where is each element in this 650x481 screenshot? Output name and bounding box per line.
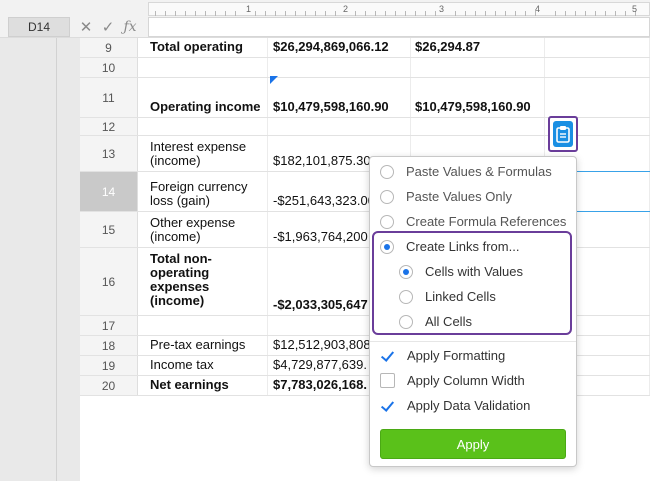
row-label-cell[interactable]: Net earnings (146, 376, 268, 395)
row-number[interactable]: 17 (80, 316, 138, 335)
radio-button-selected[interactable] (380, 239, 394, 254)
radio-button[interactable] (380, 214, 394, 229)
row-label-cell[interactable]: Interest expense (income) (146, 136, 268, 171)
table-row: 9 Total operating $26,294,869,066.12 $26… (80, 38, 650, 58)
ruler: 1 2 3 4 5 (148, 2, 650, 16)
option-label: Cells with Values (425, 264, 524, 279)
option-label: Paste Values Only (406, 189, 512, 204)
value-cell[interactable]: $26,294.87 (411, 38, 545, 57)
table-row: 11 Operating income $10,479,598,160.90 $… (80, 78, 650, 118)
row-label-cell[interactable] (146, 316, 268, 335)
value-cell[interactable] (411, 58, 545, 77)
paste-values-formulas-option[interactable]: Paste Values & Formulas (370, 159, 576, 184)
ruler-number: 5 (632, 4, 638, 14)
checkbox-checked[interactable] (380, 398, 395, 413)
cells-with-values-option[interactable]: Cells with Values (370, 259, 576, 284)
row-number[interactable]: 19 (80, 356, 138, 375)
checkbox-label: Apply Formatting (407, 348, 506, 363)
row-label-cell[interactable]: Operating income (146, 78, 268, 117)
row-label-cell[interactable]: Foreign currency loss (gain) (146, 172, 268, 211)
cell-reference-box[interactable]: D14 (8, 17, 70, 37)
row-number[interactable]: 18 (80, 336, 138, 355)
cancel-icon[interactable]: ✕ (78, 18, 94, 36)
value-cell[interactable] (269, 118, 411, 135)
create-links-option[interactable]: Create Links from... (370, 234, 576, 259)
paste-options-button[interactable] (548, 116, 578, 152)
reference-line (577, 171, 650, 172)
apply-formatting-checkbox[interactable]: Apply Formatting (370, 343, 576, 368)
option-label: Create Formula References (406, 214, 567, 229)
row-label-cell[interactable] (146, 118, 268, 135)
value-cell[interactable] (269, 58, 411, 77)
paste-values-only-option[interactable]: Paste Values Only (370, 184, 576, 209)
apply-button[interactable]: Apply (380, 429, 566, 459)
radio-button[interactable] (399, 289, 413, 304)
all-cells-option[interactable]: All Cells (370, 309, 576, 334)
option-label: Paste Values & Formulas (406, 164, 552, 179)
value-cell[interactable] (411, 118, 545, 135)
reference-line (577, 211, 650, 212)
checkbox-label: Apply Data Validation (407, 398, 531, 413)
option-label: Create Links from... (406, 239, 520, 254)
value-cell[interactable]: $10,479,598,160.90 (411, 78, 545, 117)
comment-indicator[interactable] (270, 76, 278, 84)
checkbox-checked[interactable] (380, 348, 395, 363)
menu-divider (370, 341, 576, 342)
apply-column-width-checkbox[interactable]: Apply Column Width (370, 368, 576, 393)
table-row: 10 (80, 58, 650, 78)
paste-options-menu: Paste Values & Formulas Paste Values Onl… (369, 156, 577, 467)
ruler-number: 2 (343, 4, 349, 14)
linked-cells-option[interactable]: Linked Cells (370, 284, 576, 309)
row-number[interactable]: 9 (80, 38, 138, 57)
row-label-cell[interactable]: Income tax (146, 356, 268, 375)
formula-input[interactable] (148, 17, 650, 37)
ruler-number: 4 (535, 4, 541, 14)
row-number[interactable]: 20 (80, 376, 138, 395)
row-label-cell[interactable] (146, 58, 268, 77)
row-number[interactable]: 11 (80, 78, 138, 117)
row-number[interactable]: 15 (80, 212, 138, 247)
row-number[interactable]: 13 (80, 136, 138, 171)
empty-cell[interactable] (545, 38, 650, 57)
option-label: All Cells (425, 314, 472, 329)
row-label-cell[interactable]: Total operating (146, 38, 268, 57)
row-number-selected[interactable]: 14 (80, 172, 138, 211)
row-label-cell[interactable]: Total non-operating expenses (income) (146, 248, 268, 315)
row-number[interactable]: 12 (80, 118, 138, 135)
radio-button-selected[interactable] (399, 264, 413, 279)
left-margin (0, 38, 80, 481)
value-cell[interactable]: $10,479,598,160.90 (269, 78, 411, 117)
value-cell[interactable]: $26,294,869,066.12 (269, 38, 411, 57)
option-label: Linked Cells (425, 289, 496, 304)
empty-cell[interactable] (545, 58, 650, 77)
row-label-cell[interactable]: Pre-tax earnings (146, 336, 268, 355)
radio-button[interactable] (380, 164, 394, 179)
radio-button[interactable] (399, 314, 413, 329)
divider (56, 38, 57, 481)
ruler-number: 1 (246, 4, 252, 14)
checkbox-unchecked[interactable] (380, 373, 395, 388)
function-icon[interactable]: ƒx (122, 19, 138, 35)
formula-bar: 1 2 3 4 5 D14 ✕ ✓ ƒx (0, 0, 650, 38)
checkbox-label: Apply Column Width (407, 373, 525, 388)
clipboard-icon (553, 121, 573, 147)
confirm-icon[interactable]: ✓ (100, 18, 116, 36)
row-label-cell[interactable]: Other expense (income) (146, 212, 268, 247)
apply-data-validation-checkbox[interactable]: Apply Data Validation (370, 393, 576, 418)
row-number[interactable]: 16 (80, 248, 138, 315)
ruler-number: 3 (439, 4, 445, 14)
row-number[interactable]: 10 (80, 58, 138, 77)
empty-cell[interactable] (545, 78, 650, 117)
radio-button[interactable] (380, 189, 394, 204)
